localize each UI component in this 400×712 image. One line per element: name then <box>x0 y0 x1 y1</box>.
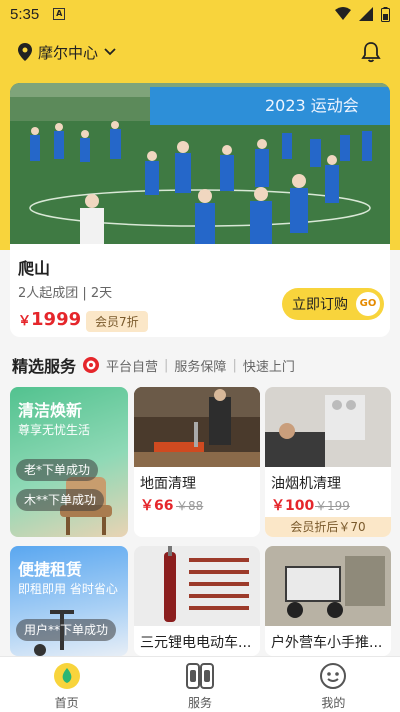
profile-face-icon <box>320 663 347 689</box>
activity-title: 爬山 <box>18 259 51 278</box>
tag-platform: 平台自营 <box>106 359 159 375</box>
promo-subtitle: 即租即用 省时省心 <box>18 582 118 596</box>
location-label: 摩尔中心 <box>38 43 99 62</box>
section-title: 精选服务 <box>12 357 77 376</box>
order-toast: 用户**下单成功 <box>16 619 117 641</box>
service-name: 油烟机清理 <box>271 476 341 492</box>
promo-title: 清洁焕新 <box>18 401 83 420</box>
divider: | <box>164 357 169 373</box>
order-toast: 老*下单成功 <box>16 459 99 481</box>
camping-cart-photo <box>265 546 391 626</box>
battery-icon <box>381 6 390 22</box>
service-price: ￥100 <box>271 498 315 514</box>
service-old-price: ￥199 <box>315 499 350 513</box>
service-tile-camping-cart[interactable]: 户外营车小手推... <box>265 546 391 656</box>
promo-title: 便捷租赁 <box>18 560 83 579</box>
order-now-button[interactable]: 立即订购 GO <box>282 288 384 320</box>
bell-icon[interactable] <box>360 41 382 63</box>
order-toast: 木**下单成功 <box>16 489 105 511</box>
location-bar: 摩尔中心 <box>0 34 400 70</box>
service-price: ￥66 <box>140 498 174 514</box>
price-value: 1999 <box>31 309 82 330</box>
screwdriver-photo <box>134 546 260 626</box>
service-name: 三元锂电电动车... <box>140 635 252 651</box>
vip-discount-badge: 会员7折 <box>86 311 148 332</box>
status-bar: 5:35 A <box>0 0 400 28</box>
promo-card-rental[interactable]: 便捷租赁 即租即用 省时省心 用户**下单成功 <box>10 546 128 656</box>
service-tile-range-hood[interactable]: 油烟机清理 ￥100 ￥199 会员折后￥70 <box>265 387 391 537</box>
tab-service-label: 服务 <box>187 696 212 710</box>
service-tile-floor-cleaning[interactable]: 地面清理 ￥66 ￥88 <box>134 387 260 537</box>
activity-price: ￥1999 <box>18 309 81 330</box>
floor-cleaning-photo <box>134 387 260 467</box>
vip-price-strip: 会员折后￥70 <box>265 517 391 537</box>
tab-home-label: 首页 <box>54 696 79 710</box>
notification-badge-icon: A <box>53 8 66 20</box>
promo-subtitle: 尊享无忧生活 <box>18 423 91 437</box>
divider: | <box>232 357 237 373</box>
tab-mine[interactable]: 我的 <box>267 657 400 712</box>
tab-service[interactable]: 服务 <box>133 657 266 712</box>
tag-fast: 快速上门 <box>242 359 295 375</box>
service-grid-icon <box>185 663 214 689</box>
location-pin-icon <box>18 43 32 61</box>
tab-home[interactable]: 首页 <box>0 657 133 712</box>
banner-text: 2023 运动会 <box>265 96 359 115</box>
status-time: 5:35 <box>10 5 40 23</box>
home-icon <box>53 663 80 689</box>
wifi-icon <box>335 7 351 20</box>
range-hood-photo <box>265 387 391 467</box>
activity-meta: 2人起成团 | 2天 <box>18 286 113 301</box>
section-header: 精选服务 平台自营 | 服务保障 | 快速上门 <box>12 353 295 377</box>
chevron-down-icon <box>104 48 116 56</box>
service-old-price: ￥88 <box>176 499 204 513</box>
currency-symbol: ￥ <box>18 314 32 329</box>
promo-card-cleaning[interactable]: 清洁焕新 尊享无忧生活 老*下单成功 木**下单成功 <box>10 387 128 537</box>
tag-guarantee: 服务保障 <box>174 359 227 375</box>
order-now-label: 立即订购 <box>292 297 348 313</box>
service-name: 地面清理 <box>140 476 196 492</box>
target-icon <box>83 357 100 373</box>
go-badge: GO <box>356 292 380 316</box>
bottom-tab-bar: 首页 服务 我的 <box>0 656 400 712</box>
service-name: 户外营车小手推... <box>271 635 383 651</box>
signal-icon <box>359 7 373 21</box>
location-selector[interactable]: 摩尔中心 <box>18 42 116 63</box>
activity-photo: 2023 运动会 <box>10 83 390 244</box>
featured-activity-card[interactable]: 2023 运动会 爬山 2人起成团 | 2天 ￥1999 会员7折 立即订购 G… <box>10 83 390 337</box>
service-tile-electric-screwdriver[interactable]: 三元锂电电动车... <box>134 546 260 656</box>
tab-mine-label: 我的 <box>321 696 346 710</box>
